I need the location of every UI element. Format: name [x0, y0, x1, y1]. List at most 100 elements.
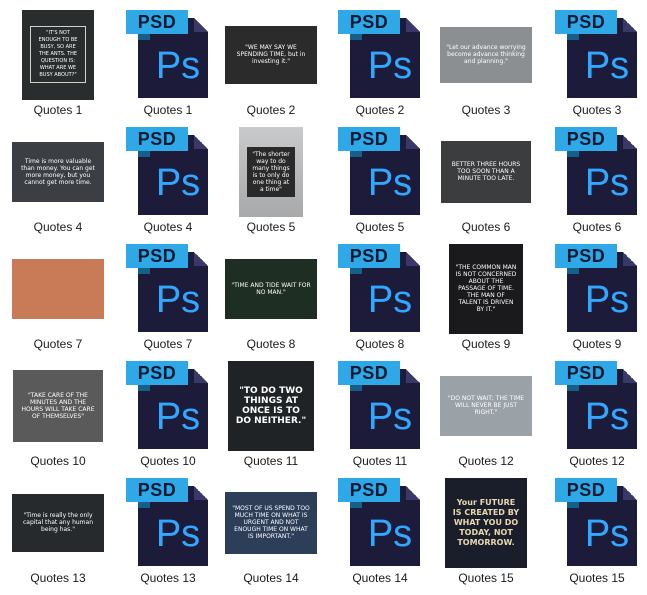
psd-file-icon: PSD Ps	[118, 357, 218, 454]
quote-text: "THE COMMON MAN IS NOT CONCERNED ABOUT T…	[455, 264, 517, 313]
ps-logo-text: Ps	[155, 395, 201, 438]
quote-text: "TIME AND TIDE WAIT FOR NO MAN."	[231, 281, 311, 296]
file-name-label: Quotes 7	[33, 337, 83, 351]
file-item-quotes-4-image[interactable]: Time is more valuable than money. You ca…	[8, 123, 108, 240]
file-item-quotes-3-psd[interactable]: PSD Ps Quotes 3	[547, 6, 647, 123]
file-item-quotes-8-psd[interactable]: PSD Ps Quotes 8	[330, 240, 430, 357]
psd-tag: PSD	[555, 126, 617, 151]
file-item-quotes-4-psd[interactable]: PSD Ps Quotes 4	[118, 123, 218, 240]
file-name-label: Quotes 7	[143, 337, 193, 351]
file-name-label: Quotes 12	[458, 454, 514, 468]
ps-logo-text: Ps	[155, 161, 201, 204]
image-thumbnail: "TAKE CARE OF THE MINUTES AND THE HOURS …	[13, 369, 103, 442]
image-thumbnail-box: Time is more valuable than money. You ca…	[8, 123, 108, 220]
psd-tag: PSD	[126, 360, 188, 385]
image-thumbnail-box: BETTER THREE HOURS TOO SOON THAN A MINUT…	[436, 123, 536, 220]
file-name-label: Quotes 15	[458, 571, 514, 585]
psd-file-icon: PSD Ps	[547, 6, 647, 103]
photoshop-file-icon: PSD Ps	[553, 9, 641, 100]
file-name-label: Quotes 15	[569, 571, 625, 585]
ps-logo-text: Ps	[584, 395, 630, 438]
file-item-quotes-12-psd[interactable]: PSD Ps Quotes 12	[547, 357, 647, 474]
file-name-label: Quotes 6	[461, 220, 511, 234]
file-name-label: Quotes 14	[243, 571, 299, 585]
file-item-quotes-7-psd[interactable]: PSD Ps Quotes 7	[118, 240, 218, 357]
file-item-quotes-11-image[interactable]: "TO DO TWO THINGS AT ONCE IS TO DO NEITH…	[221, 357, 321, 474]
file-item-quotes-8-image[interactable]: "TIME AND TIDE WAIT FOR NO MAN." Quotes 8	[221, 240, 321, 357]
ps-logo-text: Ps	[584, 161, 630, 204]
image-thumbnail: "TO DO TWO THINGS AT ONCE IS TO DO NEITH…	[228, 360, 314, 451]
image-thumbnail-box: Your FUTURE IS CREATED BY WHAT YOU DO TO…	[436, 474, 536, 571]
image-thumbnail: "DO NOT WAIT; THE TIME WILL NEVER BE JUS…	[440, 375, 532, 436]
psd-tag: PSD	[338, 477, 400, 502]
file-name-label: Quotes 5	[246, 220, 296, 234]
file-item-quotes-3-image[interactable]: "Let our advance worrying become advance…	[436, 6, 536, 123]
photoshop-file-icon: PSD Ps	[124, 360, 212, 451]
file-item-quotes-13-psd[interactable]: PSD Ps Quotes 13	[118, 474, 218, 591]
file-item-quotes-9-psd[interactable]: PSD Ps Quotes 9	[547, 240, 647, 357]
file-item-quotes-2-image[interactable]: "WE MAY SAY WE SPENDING TIME, but in inv…	[221, 6, 321, 123]
psd-file-icon: PSD Ps	[547, 357, 647, 454]
psd-file-icon: PSD Ps	[330, 474, 430, 571]
image-thumbnail: "The shorter way to do many things is to…	[239, 126, 303, 217]
quote-text: "Let our advance worrying become advance…	[446, 44, 526, 65]
file-item-quotes-7-image[interactable]: Quotes 7	[8, 240, 108, 357]
photoshop-file-icon: PSD Ps	[553, 477, 641, 568]
image-thumbnail-box: "The shorter way to do many things is to…	[221, 123, 321, 220]
ps-logo-text: Ps	[584, 278, 630, 321]
file-item-quotes-15-psd[interactable]: PSD Ps Quotes 15	[547, 474, 647, 591]
photoshop-file-icon: PSD Ps	[553, 126, 641, 217]
psd-tag: PSD	[338, 126, 400, 151]
file-item-quotes-13-image[interactable]: "Time is really the only capital that an…	[8, 474, 108, 591]
file-item-quotes-11-psd[interactable]: PSD Ps Quotes 11	[330, 357, 430, 474]
file-name-label: Quotes 2	[246, 103, 296, 117]
psd-tag: PSD	[126, 243, 188, 268]
file-name-label: Quotes 8	[246, 337, 296, 351]
file-item-quotes-15-image[interactable]: Your FUTURE IS CREATED BY WHAT YOU DO TO…	[436, 474, 536, 591]
image-thumbnail: Time is more valuable than money. You ca…	[12, 141, 104, 202]
file-item-quotes-10-image[interactable]: "TAKE CARE OF THE MINUTES AND THE HOURS …	[8, 357, 108, 474]
file-name-label: Quotes 1	[143, 103, 193, 117]
file-item-quotes-2-psd[interactable]: PSD Ps Quotes 2	[330, 6, 430, 123]
image-thumbnail-box: "TAKE CARE OF THE MINUTES AND THE HOURS …	[8, 357, 108, 454]
file-item-quotes-14-psd[interactable]: PSD Ps Quotes 14	[330, 474, 430, 591]
file-item-quotes-1-psd[interactable]: PSD Ps Quotes 1	[118, 6, 218, 123]
photoshop-file-icon: PSD Ps	[553, 243, 641, 334]
ps-logo-text: Ps	[155, 278, 201, 321]
ps-logo-text: Ps	[155, 44, 201, 87]
image-thumbnail: "WE MAY SAY WE SPENDING TIME, but in inv…	[225, 25, 317, 84]
psd-file-icon: PSD Ps	[330, 123, 430, 220]
file-name-label: Quotes 3	[461, 103, 511, 117]
quote-text: Time is more valuable than money. You ca…	[21, 157, 95, 186]
file-name-label: Quotes 6	[572, 220, 622, 234]
psd-tag: PSD	[555, 477, 617, 502]
image-thumbnail: BETTER THREE HOURS TOO SOON THAN A MINUT…	[441, 140, 531, 203]
file-name-label: Quotes 10	[140, 454, 196, 468]
file-item-quotes-9-image[interactable]: "THE COMMON MAN IS NOT CONCERNED ABOUT T…	[436, 240, 536, 357]
image-thumbnail: "Let our advance worrying become advance…	[440, 26, 532, 83]
psd-tag: PSD	[555, 360, 617, 385]
psd-file-icon: PSD Ps	[118, 474, 218, 571]
file-item-quotes-5-psd[interactable]: PSD Ps Quotes 5	[330, 123, 430, 240]
file-item-quotes-14-image[interactable]: "MOST OF US SPEND TOO MUCH TIME ON WHAT …	[221, 474, 321, 591]
file-item-quotes-10-psd[interactable]: PSD Ps Quotes 10	[118, 357, 218, 474]
photoshop-file-icon: PSD Ps	[124, 477, 212, 568]
psd-tag: PSD	[126, 9, 188, 34]
file-name-label: Quotes 2	[355, 103, 405, 117]
file-item-quotes-1-image[interactable]: "IT'S NOT ENOUGH TO BE BUSY, SO ARE THE …	[8, 6, 108, 123]
file-item-quotes-5-image[interactable]: "The shorter way to do many things is to…	[221, 123, 321, 240]
psd-tag: PSD	[338, 9, 400, 34]
photoshop-file-icon: PSD Ps	[336, 477, 424, 568]
quote-text: BETTER THREE HOURS TOO SOON THAN A MINUT…	[451, 161, 521, 182]
ps-logo-text: Ps	[367, 512, 413, 555]
file-item-quotes-6-image[interactable]: BETTER THREE HOURS TOO SOON THAN A MINUT…	[436, 123, 536, 240]
image-thumbnail-box: "WE MAY SAY WE SPENDING TIME, but in inv…	[221, 6, 321, 103]
file-name-label: Quotes 9	[572, 337, 622, 351]
photoshop-file-icon: PSD Ps	[336, 126, 424, 217]
image-thumbnail: "IT'S NOT ENOUGH TO BE BUSY, SO ARE THE …	[22, 9, 94, 100]
quote-text: "IT'S NOT ENOUGH TO BE BUSY, SO ARE THE …	[30, 26, 86, 83]
file-item-quotes-6-psd[interactable]: PSD Ps Quotes 6	[547, 123, 647, 240]
ps-logo-text: Ps	[367, 278, 413, 321]
image-thumbnail-box: "TO DO TWO THINGS AT ONCE IS TO DO NEITH…	[221, 357, 321, 454]
file-item-quotes-12-image[interactable]: "DO NOT WAIT; THE TIME WILL NEVER BE JUS…	[436, 357, 536, 474]
